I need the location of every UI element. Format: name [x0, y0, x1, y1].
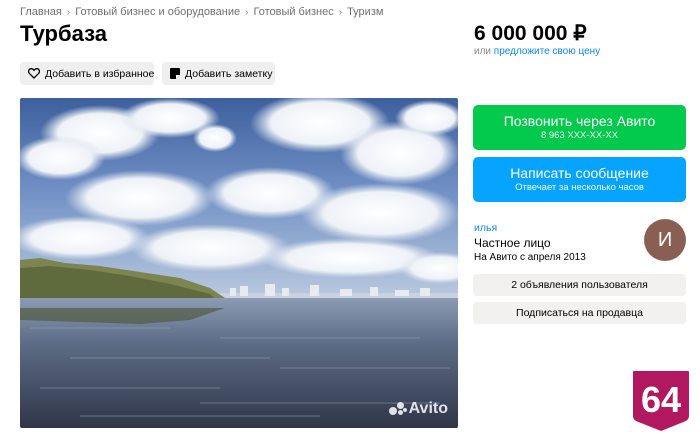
breadcrumb-item-ready-business[interactable]: Готовый бизнес — [253, 6, 333, 18]
suggest-price-link[interactable]: предложите свою цену — [494, 46, 600, 57]
price-or-text: или — [474, 46, 492, 57]
call-button[interactable]: Позвонить через Авито 8 963 XXX-XX-XX — [473, 105, 686, 150]
breadcrumb: Главная › Готовый бизнес и оборудование … — [20, 6, 383, 18]
add-note-label: Добавить заметку — [185, 67, 273, 80]
breadcrumb-item-home[interactable]: Главная — [20, 6, 62, 18]
price: 6 000 000 ₽ — [474, 22, 587, 45]
call-button-phone: 8 963 XXX-XX-XX — [540, 130, 619, 141]
message-button-sub: Отвечает за несколько часов — [515, 182, 644, 193]
avito-logo-icon — [388, 402, 407, 416]
seller-name-link[interactable]: илья — [474, 222, 497, 234]
price-suggest: или предложите свою цену — [474, 46, 600, 57]
seller-ads-button[interactable]: 2 объявления пользователя — [473, 274, 686, 296]
avito-watermark: Avito — [388, 400, 448, 418]
region-badge-number: 64 — [641, 379, 681, 420]
region-badge: 64 — [631, 369, 691, 434]
add-to-favorites-label: Добавить в избранное — [45, 67, 155, 80]
page-title: Турбаза — [20, 21, 107, 46]
add-to-favorites-button[interactable]: Добавить в избранное — [20, 62, 154, 85]
breadcrumb-item-tourism[interactable]: Туризм — [347, 6, 383, 18]
heart-icon — [28, 68, 40, 80]
seller-type: Частное лицо — [474, 236, 551, 250]
lake-photo — [20, 98, 458, 428]
note-icon — [170, 68, 180, 80]
avito-watermark-text: Avito — [408, 400, 448, 417]
subscribe-seller-button[interactable]: Подписаться на продавца — [473, 302, 686, 324]
chevron-right-icon: › — [66, 6, 71, 18]
message-button-label: Написать сообщение — [510, 165, 649, 181]
seller-since: На Авито с апреля 2013 — [474, 252, 586, 263]
call-button-label: Позвонить через Авито — [503, 113, 656, 129]
add-note-button[interactable]: Добавить заметку — [162, 62, 275, 85]
breadcrumb-item-business[interactable]: Готовый бизнес и оборудование — [75, 6, 240, 18]
chevron-right-icon: › — [245, 6, 249, 18]
message-button[interactable]: Написать сообщение Отвечает за несколько… — [473, 157, 686, 202]
listing-photo[interactable]: Avito — [20, 98, 458, 428]
avatar[interactable]: И — [644, 219, 686, 261]
chevron-right-icon: › — [338, 6, 343, 18]
